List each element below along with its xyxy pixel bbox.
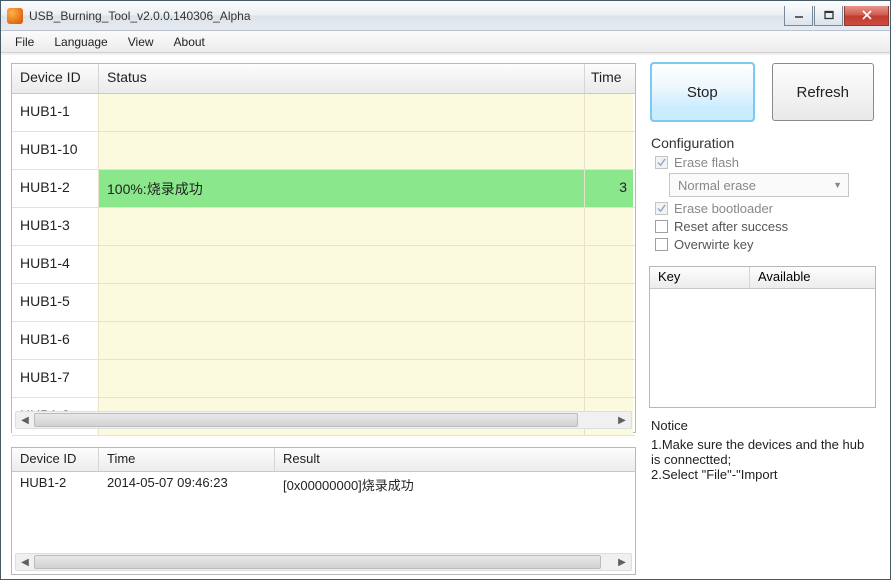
cell-time: 3 [585, 170, 633, 207]
erase-mode-combo[interactable]: Normal erase ▼ [669, 173, 849, 197]
erase-bootloader-checkbox[interactable]: Erase bootloader [655, 201, 876, 216]
cell-time [585, 132, 633, 169]
checkbox-icon [655, 156, 668, 169]
cell-status [99, 284, 585, 321]
minimize-button[interactable] [784, 6, 813, 26]
cell-device-id: HUB1-10 [12, 132, 99, 169]
cell-status [99, 360, 585, 397]
cell-device-id: HUB1-2 [12, 472, 99, 496]
cell-status [99, 208, 585, 245]
cell-time [585, 246, 633, 283]
cell-time [585, 94, 633, 131]
cell-device-id: HUB1-1 [12, 94, 99, 131]
cell-device-id: HUB1-5 [12, 284, 99, 321]
checkbox-icon [655, 238, 668, 251]
log-col-result[interactable]: Result [275, 448, 635, 471]
col-time[interactable]: Time [585, 64, 633, 93]
cell-status [99, 246, 585, 283]
scroll-right-icon[interactable]: ▶ [613, 557, 631, 568]
cell-device-id: HUB1-3 [12, 208, 99, 245]
titlebar[interactable]: USB_Burning_Tool_v2.0.0.140306_Alpha [1, 1, 890, 31]
col-status[interactable]: Status [99, 64, 585, 93]
table-row[interactable]: HUB1-1 [12, 94, 635, 132]
notice-line: 2.Select "File"-"Import [651, 467, 874, 482]
scroll-left-icon[interactable]: ◀ [16, 415, 34, 426]
cell-time: 2014-05-07 09:46:23 [99, 472, 275, 496]
table-row[interactable]: HUB1-6 [12, 322, 635, 360]
col-device-id[interactable]: Device ID [12, 64, 99, 93]
erase-bootloader-label: Erase bootloader [674, 201, 773, 216]
close-button[interactable] [844, 6, 889, 26]
menu-language[interactable]: Language [44, 33, 117, 51]
scroll-left-icon[interactable]: ◀ [16, 557, 34, 568]
cell-time [585, 360, 633, 397]
log-grid[interactable]: Device ID Time Result HUB1-22014-05-07 0… [11, 447, 636, 575]
table-row[interactable]: HUB1-2100%:烧录成功3 [12, 170, 635, 208]
table-row[interactable]: HUB1-7 [12, 360, 635, 398]
overwrite-key-checkbox[interactable]: Overwirte key [655, 237, 876, 252]
cell-status [99, 322, 585, 359]
cell-status [99, 94, 585, 131]
config-label: Configuration [651, 135, 876, 151]
log-col-id[interactable]: Device ID [12, 448, 99, 471]
notice-panel: Notice 1.Make sure the devices and the h… [649, 418, 876, 482]
cell-status: 100%:烧录成功 [99, 170, 585, 207]
chevron-down-icon: ▼ [833, 180, 842, 190]
device-grid-hscroll[interactable]: ◀ ▶ [15, 411, 632, 429]
reset-label: Reset after success [674, 219, 788, 234]
cell-status [99, 132, 585, 169]
device-grid[interactable]: Device ID Status Time HUB1-1HUB1-10HUB1-… [11, 63, 636, 433]
refresh-button[interactable]: Refresh [772, 63, 875, 121]
erase-mode-value: Normal erase [678, 178, 756, 193]
log-grid-hscroll[interactable]: ◀ ▶ [15, 553, 632, 571]
cell-time [585, 284, 633, 321]
scroll-right-icon[interactable]: ▶ [613, 415, 631, 426]
reset-after-success-checkbox[interactable]: Reset after success [655, 219, 876, 234]
cell-time [585, 322, 633, 359]
cell-time [585, 208, 633, 245]
notice-title: Notice [651, 418, 874, 433]
menu-about[interactable]: About [164, 33, 215, 51]
table-row[interactable]: HUB1-5 [12, 284, 635, 322]
notice-line: 1.Make sure the devices and the hub is c… [651, 437, 874, 467]
overwrite-label: Overwirte key [674, 237, 753, 252]
key-col-avail[interactable]: Available [750, 267, 875, 288]
table-row[interactable]: HUB1-4 [12, 246, 635, 284]
cell-device-id: HUB1-4 [12, 246, 99, 283]
app-window: USB_Burning_Tool_v2.0.0.140306_Alpha Fil… [0, 0, 891, 580]
app-icon [7, 8, 23, 24]
checkbox-icon [655, 202, 668, 215]
menubar: File Language View About [1, 31, 890, 53]
stop-button[interactable]: Stop [651, 63, 754, 121]
window-title: USB_Burning_Tool_v2.0.0.140306_Alpha [29, 9, 784, 23]
erase-flash-label: Erase flash [674, 155, 739, 170]
key-grid[interactable]: Key Available [649, 266, 876, 408]
erase-flash-checkbox[interactable]: Erase flash [655, 155, 876, 170]
scroll-thumb[interactable] [34, 413, 578, 427]
key-col-key[interactable]: Key [650, 267, 750, 288]
checkbox-icon [655, 220, 668, 233]
cell-device-id: HUB1-6 [12, 322, 99, 359]
maximize-button[interactable] [814, 6, 843, 26]
menu-view[interactable]: View [118, 33, 164, 51]
table-row[interactable]: HUB1-10 [12, 132, 635, 170]
cell-device-id: HUB1-7 [12, 360, 99, 397]
menu-file[interactable]: File [5, 33, 44, 51]
cell-device-id: HUB1-2 [12, 170, 99, 207]
cell-result: [0x00000000]烧录成功 [275, 472, 635, 496]
log-col-time[interactable]: Time [99, 448, 275, 471]
table-row[interactable]: HUB1-3 [12, 208, 635, 246]
table-row[interactable]: HUB1-22014-05-07 09:46:23[0x00000000]烧录成… [12, 472, 635, 496]
scroll-thumb[interactable] [34, 555, 601, 569]
